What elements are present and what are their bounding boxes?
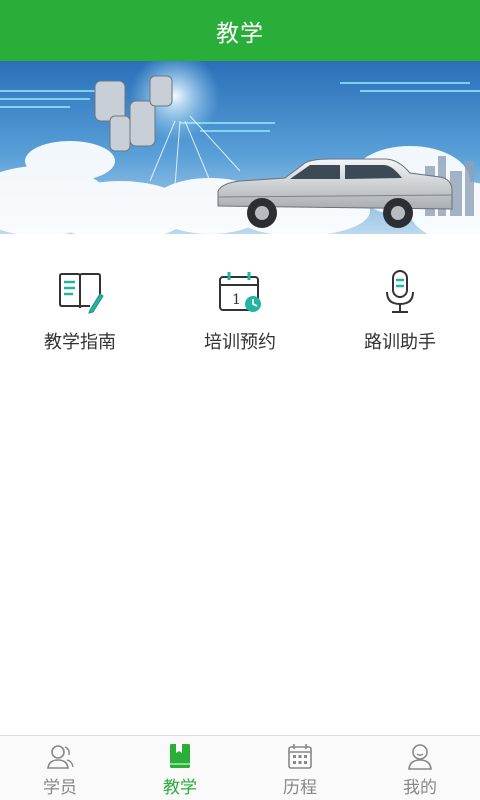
profile-icon bbox=[408, 744, 432, 770]
tab-profile[interactable]: 我的 bbox=[360, 736, 480, 800]
teaching-book-icon bbox=[170, 744, 190, 768]
tab-student[interactable]: 学员 bbox=[0, 736, 120, 800]
tab-label: 历程 bbox=[283, 778, 317, 798]
feature-teaching-guide[interactable]: 教学指南 bbox=[0, 258, 160, 358]
microphone-icon bbox=[386, 270, 414, 313]
feature-label: 路训助手 bbox=[364, 332, 436, 353]
tab-label: 我的 bbox=[403, 778, 437, 798]
feature-training-booking[interactable]: 1 培训预约 bbox=[160, 258, 320, 358]
calendar-icon: 1 bbox=[219, 272, 261, 312]
app-header: 教学 bbox=[0, 0, 480, 61]
guide-book-icon bbox=[59, 273, 104, 314]
content-area bbox=[0, 358, 480, 735]
feature-label: 培训预约 bbox=[204, 332, 276, 353]
feature-label: 教学指南 bbox=[44, 332, 116, 353]
tab-label: 教学 bbox=[163, 778, 197, 798]
tab-label: 学员 bbox=[43, 778, 77, 798]
student-icon bbox=[47, 745, 74, 769]
banner-image[interactable] bbox=[0, 61, 480, 234]
feature-road-assistant[interactable]: 路训助手 bbox=[320, 258, 480, 358]
banner-illustration bbox=[0, 61, 480, 234]
svg-text:1: 1 bbox=[232, 292, 241, 308]
page-title: 教学 bbox=[216, 20, 264, 47]
tab-history[interactable]: 历程 bbox=[240, 736, 360, 800]
feature-grid: 教学指南 1 培训预约 路训助手 bbox=[0, 258, 480, 358]
bottom-tab-bar: 学员 教学 历程 我的 bbox=[0, 735, 480, 800]
tab-teaching[interactable]: 教学 bbox=[120, 736, 240, 800]
history-calendar-icon bbox=[288, 744, 312, 769]
